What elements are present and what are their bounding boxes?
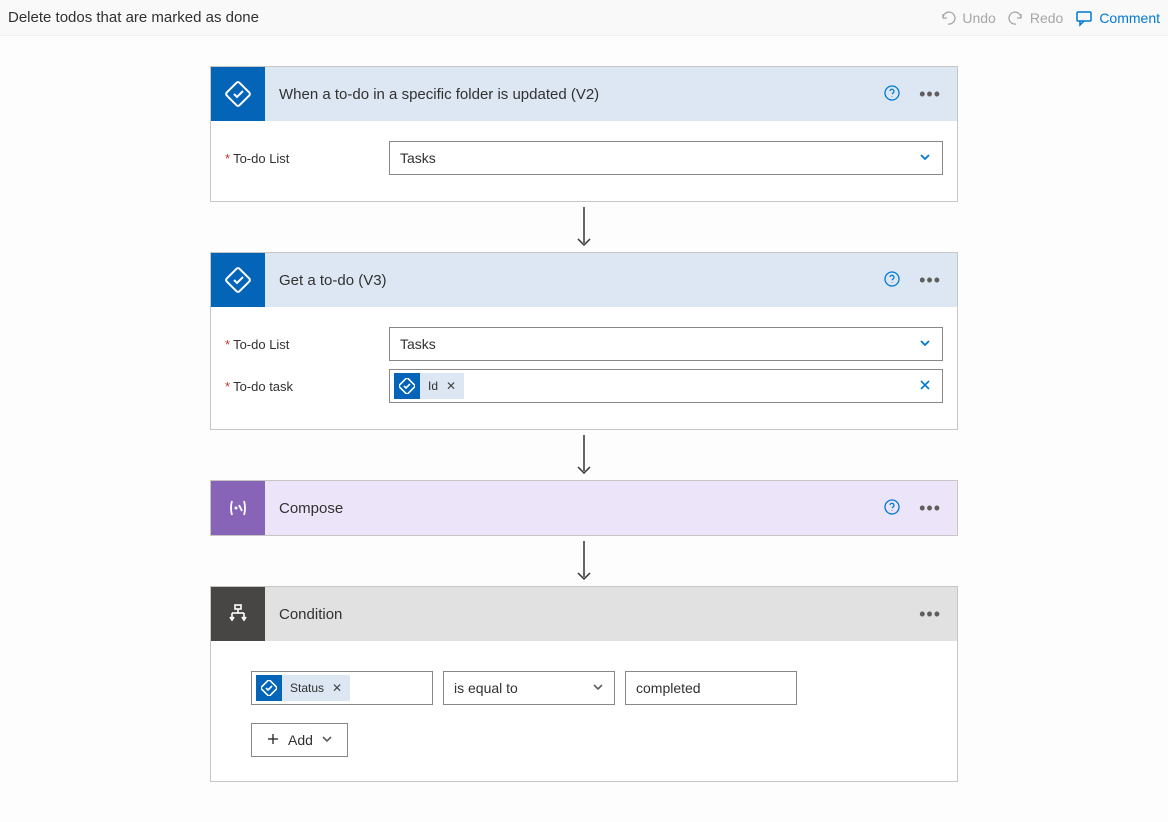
compose-header[interactable]: Compose ••• <box>211 481 957 535</box>
dynamic-token-status[interactable]: Status ✕ <box>256 675 350 701</box>
add-label: Add <box>288 732 313 748</box>
condition-card: Condition ••• Status ✕ is equal to <box>210 586 958 782</box>
redo-button[interactable]: Redo <box>1008 10 1063 26</box>
top-actions: Undo Redo Comment <box>940 9 1164 27</box>
condition-value: completed <box>636 680 701 696</box>
comment-button[interactable]: Comment <box>1075 9 1160 27</box>
more-menu-button[interactable]: ••• <box>919 498 941 519</box>
trigger-card: When a to-do in a specific folder is upd… <box>210 66 958 202</box>
todo-list-select[interactable]: Tasks <box>389 327 943 361</box>
todo-task-input[interactable]: Id ✕ <box>389 369 943 403</box>
undo-icon <box>940 10 956 26</box>
help-icon[interactable] <box>883 84 901 105</box>
designer-canvas: When a to-do in a specific folder is upd… <box>0 36 1168 822</box>
condition-operator-select[interactable]: is equal to <box>443 671 615 705</box>
outlook-tasks-icon <box>211 253 265 307</box>
outlook-tasks-icon <box>211 67 265 121</box>
token-remove-icon[interactable]: ✕ <box>330 681 350 695</box>
get-todo-title: Get a to-do (V3) <box>265 272 883 289</box>
condition-body: Status ✕ is equal to completed <box>211 641 957 781</box>
param-todo-task: *To-do task Id ✕ <box>225 369 943 403</box>
connector-arrow <box>574 430 594 480</box>
redo-label: Redo <box>1030 10 1063 26</box>
plus-icon <box>266 732 280 749</box>
chevron-down-icon <box>592 680 604 696</box>
comment-icon <box>1075 9 1093 27</box>
redo-icon <box>1008 10 1024 26</box>
more-menu-button[interactable]: ••• <box>919 270 941 291</box>
token-remove-icon[interactable]: ✕ <box>444 379 464 393</box>
get-todo-card: Get a to-do (V3) ••• *To-do List Tasks <box>210 252 958 430</box>
help-icon[interactable] <box>883 270 901 291</box>
compose-icon <box>211 481 265 535</box>
top-bar: Delete todos that are marked as done Und… <box>0 0 1168 36</box>
condition-value-input[interactable]: completed <box>625 671 797 705</box>
token-label: Id <box>420 379 444 393</box>
trigger-title: When a to-do in a specific folder is upd… <box>265 86 883 103</box>
add-condition-button[interactable]: Add <box>251 723 348 757</box>
compose-card: Compose ••• <box>210 480 958 536</box>
undo-button[interactable]: Undo <box>940 10 995 26</box>
more-menu-button[interactable]: ••• <box>919 604 941 625</box>
condition-title: Condition <box>265 606 919 623</box>
operator-value: is equal to <box>454 680 518 696</box>
param-label: *To-do task <box>225 379 389 394</box>
param-todo-list: *To-do List Tasks <box>225 141 943 175</box>
compose-title: Compose <box>265 500 883 517</box>
condition-row: Status ✕ is equal to completed <box>251 671 917 705</box>
clear-input-icon[interactable] <box>918 378 932 395</box>
comment-label: Comment <box>1099 10 1160 26</box>
select-value: Tasks <box>400 336 436 352</box>
connector-arrow <box>574 536 594 586</box>
outlook-tasks-icon <box>394 373 420 399</box>
flow-title: Delete todos that are marked as done <box>4 9 940 26</box>
trigger-header[interactable]: When a to-do in a specific folder is upd… <box>211 67 957 121</box>
help-icon[interactable] <box>883 498 901 519</box>
chevron-down-icon <box>918 150 932 167</box>
chevron-down-icon <box>321 732 333 748</box>
param-label: *To-do List <box>225 151 389 166</box>
dynamic-token-id[interactable]: Id ✕ <box>394 373 464 399</box>
trigger-body: *To-do List Tasks <box>211 121 957 201</box>
chevron-down-icon <box>918 336 932 353</box>
get-todo-body: *To-do List Tasks *To-do task Id <box>211 307 957 429</box>
param-label: *To-do List <box>225 337 389 352</box>
outlook-tasks-icon <box>256 675 282 701</box>
select-value: Tasks <box>400 150 436 166</box>
condition-icon <box>211 587 265 641</box>
condition-left-input[interactable]: Status ✕ <box>251 671 433 705</box>
token-label: Status <box>282 681 330 695</box>
get-todo-header[interactable]: Get a to-do (V3) ••• <box>211 253 957 307</box>
more-menu-button[interactable]: ••• <box>919 84 941 105</box>
undo-label: Undo <box>962 10 995 26</box>
connector-arrow <box>574 202 594 252</box>
condition-header[interactable]: Condition ••• <box>211 587 957 641</box>
todo-list-select[interactable]: Tasks <box>389 141 943 175</box>
param-todo-list: *To-do List Tasks <box>225 327 943 361</box>
